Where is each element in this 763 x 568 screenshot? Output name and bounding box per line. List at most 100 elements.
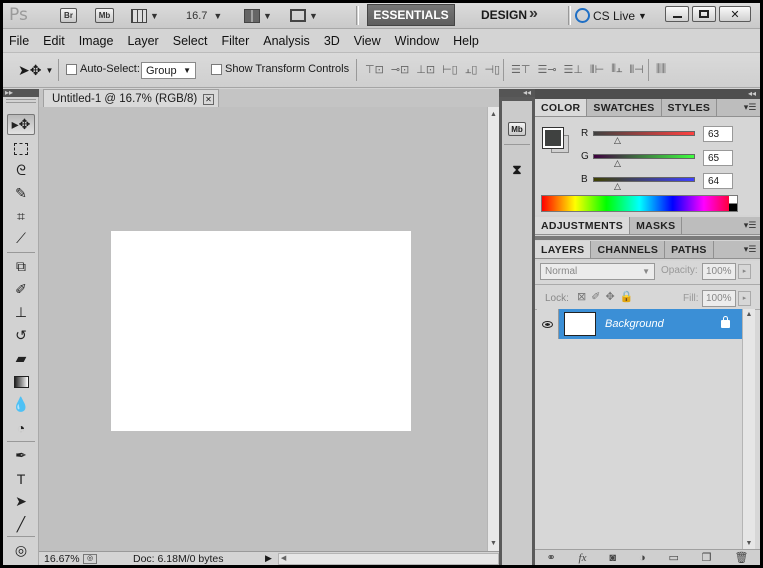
distribute-right-icon[interactable]: ⫴⊣ [629,63,643,77]
tab-masks[interactable]: MASKS [630,217,683,234]
align-right-icon[interactable]: ⊣▯ [484,63,500,77]
menu-analysis[interactable]: Analysis [263,34,310,48]
align-left-icon[interactable]: ⊢▯ [442,63,458,77]
color-spectrum-ramp[interactable] [541,195,738,212]
layer-name[interactable]: Background [605,318,721,330]
auto-select-target-select[interactable]: Group ▼ [141,62,196,79]
new-layer-icon[interactable]: ❐ [702,551,712,564]
screen-mode-button[interactable]: ▼ [290,6,318,25]
tab-adjustments[interactable]: ADJUSTMENTS [535,217,631,234]
line-tool-icon[interactable]: ╱ [7,514,35,535]
menu-help[interactable]: Help [453,34,479,48]
pen-tool-icon[interactable]: ✒ [7,445,35,466]
tool-preset-picker[interactable]: ➤✥ ▼ [18,62,53,79]
distribute-left-icon[interactable]: ⫴⊢ [590,63,604,77]
distribute-vcenter-icon[interactable]: ☰⊸ [537,63,556,77]
channel-g-thumb-icon[interactable]: △ [614,158,621,169]
eyedropper-tool-icon[interactable]: ⟋ [7,228,35,249]
channel-b-input[interactable]: 64 [703,173,733,189]
crop-tool-icon[interactable]: ⌗ [7,206,35,227]
tab-channels[interactable]: CHANNELS [591,241,666,258]
close-document-icon[interactable]: ✕ [203,93,214,105]
lasso-tool-icon[interactable]: ᘓ [7,160,35,181]
add-mask-icon[interactable]: ◙ [609,552,616,564]
document-canvas[interactable] [111,231,411,431]
blend-mode-select[interactable]: Normal ▼ [540,263,655,280]
document-tab[interactable]: Untitled-1 @ 16.7% (RGB/8) ✕ [43,89,219,108]
lock-pixels-icon[interactable]: ✐ [591,290,600,303]
marquee-tool-icon[interactable] [7,138,35,159]
tab-color[interactable]: COLOR [535,99,588,116]
type-tool-icon[interactable]: T [7,468,35,489]
align-hcenter-icon[interactable]: ⫠▯ [465,63,478,77]
opacity-slider-arrow-icon[interactable]: ▸ [738,264,751,279]
fill-slider-arrow-icon[interactable]: ▸ [738,291,751,306]
panel-menu-icon[interactable]: ▾☰ [740,217,760,234]
toolbar-collapse-bar[interactable]: ▸▸ [3,89,39,97]
tab-paths[interactable]: PATHS [665,241,714,258]
distribute-hcenter-icon[interactable]: ⫴⫠ [611,63,622,77]
bridge-button[interactable]: Br [60,6,77,25]
menu-image[interactable]: Image [79,34,114,48]
align-bottom-icon[interactable]: ⊥⊡ [416,63,435,77]
menu-3d[interactable]: 3D [324,34,340,48]
layer-row[interactable]: Background [537,309,742,339]
distribute-top-icon[interactable]: ☰⊤ [511,63,530,77]
move-tool-icon[interactable]: ▸✥ [7,114,35,135]
tab-layers[interactable]: LAYERS [535,241,592,258]
eraser-tool-icon[interactable]: ▰ [7,348,35,369]
channel-b-slider[interactable] [593,177,695,182]
canvas-area[interactable] [39,107,487,551]
cs-live-button[interactable]: CS Live ▼ [575,6,647,25]
3d-rotate-tool-icon[interactable]: ◎ [7,540,35,561]
healing-brush-tool-icon[interactable]: ⧉ [7,256,35,277]
arrange-documents-button[interactable]: ▼ [244,6,272,25]
layer-style-icon[interactable]: fx [579,552,587,564]
align-vcenter-icon[interactable]: ⊸⊡ [391,63,409,77]
new-group-icon[interactable]: ▭ [668,551,678,564]
channel-g-slider[interactable] [593,154,695,159]
minimize-button[interactable] [665,6,689,22]
fill-input[interactable]: 100% [702,290,736,307]
scroll-up-icon[interactable]: ▲ [488,111,499,118]
align-top-icon[interactable]: ⊤⊡ [365,63,384,77]
foreground-color-swatch[interactable] [542,127,564,149]
mini-bridge-button[interactable]: Mb [95,6,114,25]
status-zoom[interactable]: 16.67% [39,553,83,565]
lock-position-icon[interactable]: ✥ [605,290,614,303]
layer-visibility-eye-icon[interactable] [537,309,559,339]
workspace-essentials-button[interactable]: ESSENTIALS [367,4,455,26]
menu-view[interactable]: View [354,34,381,48]
opacity-input[interactable]: 100% [702,263,736,280]
dodge-tool-icon[interactable]: ◔ [7,417,35,438]
lock-transparency-icon[interactable]: ⊠ [577,290,586,303]
channel-b-thumb-icon[interactable]: △ [614,181,621,192]
dock-collapse-bar[interactable]: ◂◂ [499,89,535,97]
history-brush-tool-icon[interactable]: ↺ [7,325,35,346]
channel-r-input[interactable]: 63 [703,126,733,142]
menu-layer[interactable]: Layer [127,34,158,48]
scroll-up-icon[interactable]: ▲ [743,311,755,318]
channel-r-thumb-icon[interactable]: △ [614,135,621,146]
tab-styles[interactable]: STYLES [662,99,718,116]
more-workspaces-button[interactable]: » [529,5,538,23]
history-panel-icon[interactable]: ⧗ [506,160,528,180]
status-menu-arrow-icon[interactable]: ▶ [265,553,272,564]
status-info-icon[interactable]: ◎ [83,553,97,564]
lock-all-icon[interactable]: 🔒 [620,290,634,303]
show-transform-checkbox[interactable] [211,63,222,75]
zoom-level-select[interactable]: 16.7 ▼ [186,6,222,25]
distribute-bottom-icon[interactable]: ☰⊥ [564,63,583,77]
maximize-button[interactable] [692,6,716,22]
adjustment-layer-icon[interactable]: ◑ [639,552,646,564]
layers-scrollbar[interactable]: ▲ ▼ [742,309,755,549]
channel-g-input[interactable]: 65 [703,150,733,166]
panel-menu-icon[interactable]: ▾☰ [740,99,760,116]
menu-file[interactable]: File [9,34,29,48]
scroll-down-icon[interactable]: ▼ [488,540,499,547]
panel-menu-icon[interactable]: ▾☰ [740,241,760,258]
clone-stamp-tool-icon[interactable]: ⊥ [7,302,35,323]
canvas-vertical-scrollbar[interactable]: ▲ ▼ [487,107,499,551]
menu-edit[interactable]: Edit [43,34,65,48]
auto-align-icon[interactable]: ⫼⫼ [656,63,666,76]
